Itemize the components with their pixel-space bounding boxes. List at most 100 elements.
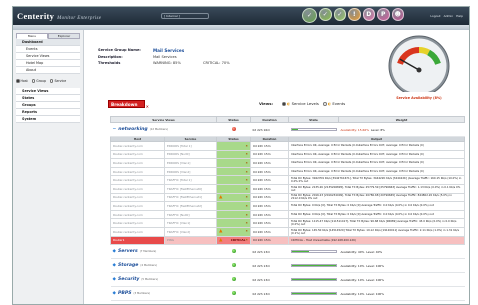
row-service[interactable]: TRAFFIC [Vlan1]: [164, 218, 217, 228]
logout-link[interactable]: Logout: [430, 14, 440, 18]
tree-service-views[interactable]: Service Views: [16, 88, 80, 95]
breakdown-button[interactable]: Breakdown ✕: [108, 100, 149, 109]
ok-icon[interactable]: ✓: [302, 8, 317, 23]
status-flag-icon[interactable]: ⚑: [245, 213, 248, 217]
row-host[interactable]: Router.centerity.com: [110, 226, 165, 237]
table-row[interactable]: Router.centerity.com ERRORS [Total 1] ⚑ 0d …: [110, 141, 465, 151]
row-host[interactable]: Router.centerity.com: [110, 183, 165, 194]
radio-group[interactable]: Group: [31, 79, 46, 83]
table-row[interactable]: Router.centerity.com TRAFFIC [FastEtherne…: [110, 201, 465, 211]
status-flag-icon[interactable]: ⚑: [245, 204, 248, 208]
group-row[interactable]: ◆ Servers (7 Members) 0d 22h 13m Availabilit…: [110, 244, 465, 260]
user-icon[interactable]: ☻: [391, 8, 404, 21]
views-label: Views:: [259, 101, 274, 106]
row-host[interactable]: Router.centerity.com: [110, 141, 165, 151]
expand-icon[interactable]: ◆: [113, 249, 116, 254]
expand-icon[interactable]: ◆: [113, 291, 116, 296]
table-row[interactable]: Router.centerity.com TRAFFIC [Vlan2] ▲ ⚑ 0d …: [110, 226, 465, 237]
status-flag-icon[interactable]: ⚑: [245, 187, 248, 191]
report-icon[interactable]: D: [362, 8, 375, 21]
row-host[interactable]: Router.centerity.com: [110, 158, 165, 168]
table-row[interactable]: Router.centerity.com TRAFFIC [Null0] ⚑ 0d 2…: [110, 209, 465, 220]
group-row[interactable]: ◆ Security (5 Members) 0d 22h 13m Availabili…: [110, 272, 465, 288]
row-host[interactable]: Router.centerity.com: [110, 175, 165, 185]
check-icon[interactable]: ✓: [319, 8, 332, 21]
tab-explorer[interactable]: Explorer: [48, 33, 80, 39]
close-icon[interactable]: ✕: [146, 103, 149, 110]
row-service[interactable]: PING: [164, 235, 217, 246]
tree-states[interactable]: States: [16, 95, 80, 102]
row-service[interactable]: ERRORS [Null0]: [164, 149, 217, 160]
table-row[interactable]: Router1 PING ▲ CRITICAL⚑ 0d 22h 15m CRITICAL …: [110, 235, 465, 246]
sidebar-item-service-views[interactable]: Service Views: [16, 53, 80, 60]
tree-reports[interactable]: Reports: [16, 109, 80, 116]
group-name[interactable]: ◆ Security (5 Members): [113, 277, 158, 282]
row-duration: 0d 22h 15m: [250, 226, 289, 237]
row-host[interactable]: Router.centerity.com: [110, 209, 165, 220]
group-row[interactable]: ◆ PBPS (3 Members) 0d 22h 13m Availability: …: [110, 286, 465, 302]
row-service[interactable]: TRAFFIC [Vlan2]: [164, 226, 217, 237]
check-icon-2[interactable]: ✓: [333, 8, 346, 21]
row-host[interactable]: Router.centerity.com: [110, 149, 165, 160]
row-service[interactable]: ERRORS [Vlan2]: [164, 166, 217, 177]
row-host[interactable]: Router1: [110, 235, 165, 246]
table-row[interactable]: Router.centerity.com TRAFFIC [FastEtherne…: [110, 183, 465, 194]
radio-service-levels[interactable]: ◐ Service Levels: [282, 101, 319, 106]
table-row[interactable]: Router.centerity.com ERRORS [Null0] ⚑ 0d 22…: [110, 149, 465, 160]
radio-host[interactable]: Host: [16, 79, 28, 83]
row-service[interactable]: TRAFFIC [FastEthernet0]: [164, 183, 217, 194]
row-service[interactable]: TRAFFIC [FastEthernet1]: [164, 192, 217, 203]
group-name[interactable]: ◆ PBPS (3 Members): [113, 291, 151, 296]
radio-events[interactable]: ◐ Events: [322, 101, 345, 106]
status-flag-icon[interactable]: ⚑: [245, 238, 248, 242]
help-link[interactable]: Help: [456, 14, 463, 18]
row-service[interactable]: TRAFFIC [Null0]: [164, 209, 217, 220]
table-row[interactable]: Router.centerity.com ERRORS [Vlan1] ⚑ 0d 22…: [110, 158, 465, 168]
status-flag-icon[interactable]: ⚑: [245, 178, 248, 182]
thresholds-label: Thresholds: [98, 61, 121, 66]
group-name[interactable]: ◆ Storage (4 Members): [113, 263, 157, 268]
sidebar-item-dashboard[interactable]: Dashboard: [16, 39, 80, 46]
status-flag-icon[interactable]: ⚑: [245, 195, 248, 199]
status-flag-icon[interactable]: ⚑: [245, 229, 248, 233]
alert-icon[interactable]: !: [348, 8, 361, 21]
row-host[interactable]: Router.centerity.com: [110, 201, 165, 211]
row-service[interactable]: ERRORS [Total 1]: [164, 141, 217, 151]
status-flag-icon[interactable]: ⚑: [245, 221, 248, 225]
table-row[interactable]: Router.centerity.com TRAFFIC [FastEtherne…: [110, 192, 465, 203]
expand-icon[interactable]: ◆: [113, 277, 116, 282]
sidebar-item-events[interactable]: Events: [16, 46, 80, 53]
tree-groups[interactable]: Groups: [16, 102, 80, 109]
sidebar-item-about[interactable]: About: [16, 67, 80, 74]
expand-icon[interactable]: −: [113, 127, 117, 132]
row-service[interactable]: TRAFFIC [Total 1]: [164, 175, 217, 185]
row-service[interactable]: ERRORS [Vlan1]: [164, 158, 217, 168]
status-flag-icon[interactable]: ⚑: [245, 144, 248, 148]
group-name[interactable]: ◆ Servers (7 Members): [113, 249, 157, 254]
service-group-info: Service Group Name: Mail Services Descrip…: [98, 47, 308, 67]
group-row-networking[interactable]: − networking (12 Members) 0d 22h 16m Avail…: [110, 122, 465, 137]
row-service[interactable]: TRAFFIC [FastEthernet2]: [164, 201, 217, 211]
group-row[interactable]: ◆ Storage (4 Members) 0d 22h 13m Availabilit…: [110, 258, 465, 274]
group-name-networking[interactable]: − networking (12 Members): [113, 127, 168, 132]
tree-system[interactable]: System: [16, 116, 80, 123]
table-row[interactable]: Router.centerity.com TRAFFIC [Vlan1] ⚑ 0d 2…: [110, 218, 465, 228]
row-host[interactable]: Router.centerity.com: [110, 192, 165, 203]
sidebar-item-hotel-map[interactable]: Hotel Map: [16, 60, 80, 67]
row-status: ⚑: [216, 201, 251, 211]
table-row[interactable]: Router.centerity.com ERRORS [Vlan2] ⚑ 0d 22…: [110, 166, 465, 177]
admin-link[interactable]: Admin: [444, 14, 454, 18]
row-host[interactable]: Router.centerity.com: [110, 166, 165, 177]
row-host[interactable]: Router.centerity.com: [110, 218, 165, 228]
status-flag-icon[interactable]: ⚑: [245, 170, 248, 174]
radio-service[interactable]: Service: [49, 79, 66, 83]
context-field[interactable]: [ Internal ]: [161, 13, 209, 19]
table-row[interactable]: Router.centerity.com TRAFFIC [Total 1] ⚑ 0d…: [110, 175, 465, 185]
expand-icon[interactable]: ◆: [113, 263, 116, 268]
group-duration: 0d 22h 16m: [250, 122, 289, 137]
row-status: ⚑: [216, 175, 251, 185]
config-icon[interactable]: P: [377, 8, 390, 21]
status-flag-icon[interactable]: ⚑: [245, 161, 248, 165]
status-flag-icon[interactable]: ⚑: [245, 152, 248, 156]
logo: Centerity Monitor Enterprise: [17, 11, 102, 21]
